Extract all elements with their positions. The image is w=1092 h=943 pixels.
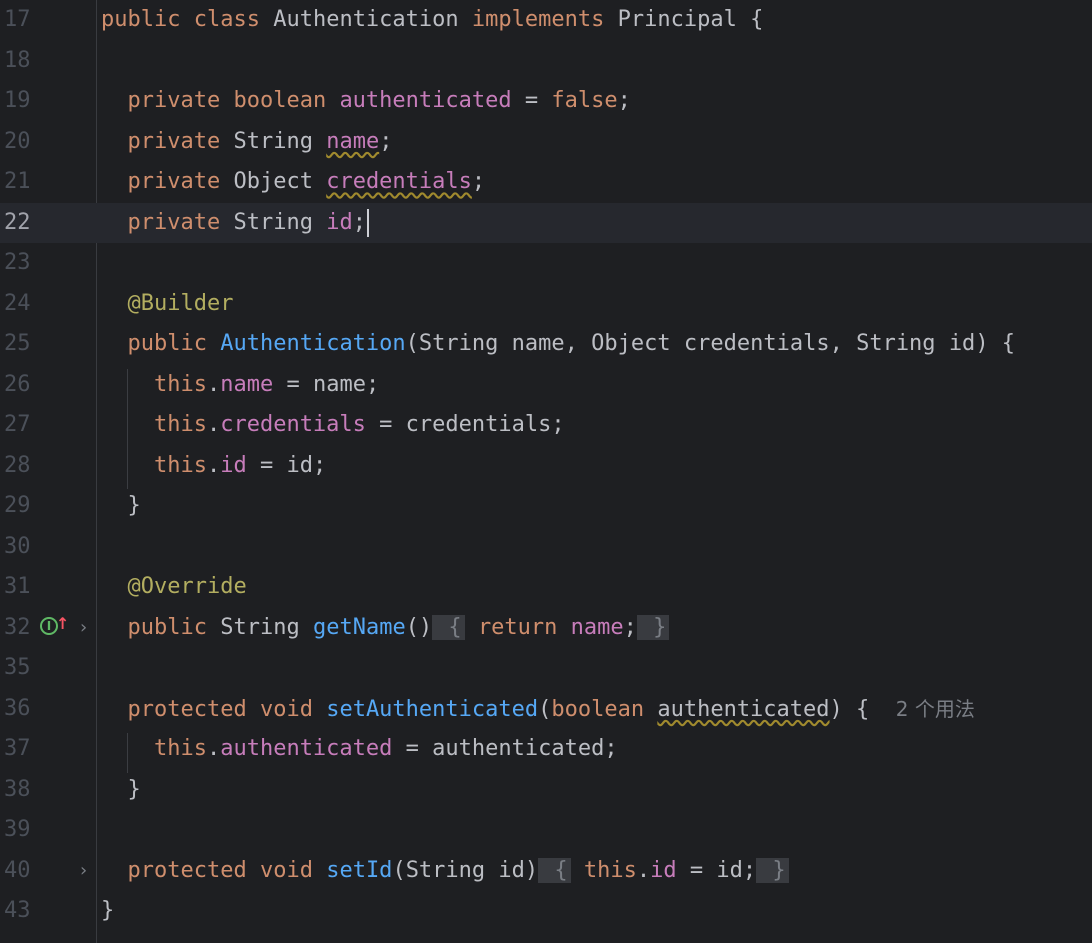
text-caret (366, 208, 369, 237)
code-text: protected void setId(String id) { this.i… (101, 851, 789, 891)
code-text: private String name; (127, 128, 393, 154)
code-text: private Object credentials; (127, 169, 486, 194)
line-number: 21 (4, 169, 31, 194)
line-number: 24 (4, 290, 31, 316)
code-text: } (101, 776, 141, 802)
code-text: public class Authentication implements P… (101, 7, 764, 32)
line-number: 43 (4, 898, 31, 923)
code-text: this.authenticated = authenticated; (153, 736, 618, 761)
code-line[interactable]: 40 › protected void setId(String id) { t… (0, 851, 1092, 891)
folded-region[interactable]: { (538, 857, 571, 883)
line-number: 37 (4, 736, 31, 761)
code-line[interactable]: 28 this.id = id; (0, 446, 1092, 486)
line-number: 26 (4, 371, 31, 397)
code-text: private String id; (101, 203, 369, 243)
line-number: 23 (4, 250, 31, 275)
folded-region[interactable]: } (636, 614, 670, 640)
line-number: 35 (4, 655, 31, 680)
usages-inlay-hint[interactable]: 2 个用法 (896, 697, 975, 721)
folded-region[interactable]: } (756, 857, 789, 883)
code-line[interactable]: 27 this.credentials = credentials; (0, 405, 1092, 445)
line-number: 38 (4, 776, 31, 802)
folded-region[interactable]: { (432, 614, 465, 640)
code-line[interactable]: 30 (0, 527, 1092, 567)
code-line[interactable]: 36 protected void setAuthenticated(boole… (0, 689, 1092, 729)
line-number: 27 (4, 412, 31, 437)
code-line[interactable]: 23 (0, 243, 1092, 283)
line-number: 39 (4, 817, 31, 842)
code-line[interactable]: 18 (0, 41, 1092, 81)
code-line[interactable]: 37 this.authenticated = authenticated; (0, 729, 1092, 769)
code-line[interactable]: 38 } (0, 770, 1092, 810)
code-text: } (101, 493, 141, 518)
code-line[interactable]: 17 public class Authentication implement… (0, 0, 1092, 40)
line-number: 32 (4, 614, 31, 640)
code-text: protected void setAuthenticated(boolean … (127, 696, 975, 722)
up-arrow-icon[interactable]: ↑ (56, 604, 69, 644)
code-line[interactable]: 32 I ↑ › public String getName() { retur… (0, 608, 1092, 648)
code-line[interactable]: 35 (0, 648, 1092, 688)
code-line[interactable]: 24 @Builder (0, 284, 1092, 324)
code-text: this.id = id; (153, 452, 327, 478)
line-number: 31 (4, 574, 31, 599)
line-number: 25 (4, 331, 31, 356)
fold-chevron-icon[interactable]: › (78, 851, 89, 891)
line-number: 36 (4, 695, 31, 721)
code-line-current[interactable]: 22 private String id; (0, 202, 1092, 243)
line-number: 28 (4, 452, 31, 478)
code-line[interactable]: 31 @Override (0, 567, 1092, 607)
line-number: 22 (4, 209, 31, 235)
code-line[interactable]: 39 (0, 810, 1092, 850)
code-line[interactable]: 21 private Object credentials; (0, 162, 1092, 202)
line-number: 20 (4, 128, 31, 154)
code-text: this.name = name; (153, 371, 380, 397)
code-text: private boolean authenticated = false; (127, 88, 631, 113)
code-text: public String getName() { return name; } (101, 608, 670, 648)
line-number: 30 (4, 533, 31, 559)
fold-chevron-icon[interactable]: › (78, 608, 89, 648)
line-number: 18 (4, 47, 31, 73)
code-text: } (101, 898, 115, 923)
line-number: 29 (4, 493, 31, 518)
line-number: 19 (4, 88, 31, 113)
code-line[interactable]: 20 private String name; (0, 122, 1092, 162)
code-line[interactable]: 19 private boolean authenticated = false… (0, 81, 1092, 121)
code-text: @Builder (127, 290, 234, 316)
line-number: 17 (4, 7, 31, 32)
line-number: 40 (4, 857, 31, 883)
code-editor[interactable]: 17 public class Authentication implement… (0, 0, 1092, 943)
code-text: @Override (127, 574, 247, 599)
code-line[interactable]: 25 public Authentication(String name, Ob… (0, 324, 1092, 364)
code-line[interactable]: 26 this.name = name; (0, 365, 1092, 405)
code-line[interactable]: 43 } (0, 891, 1092, 931)
code-text: public Authentication(String name, Objec… (127, 331, 1016, 356)
code-line[interactable]: 29 } (0, 486, 1092, 526)
code-text: this.credentials = credentials; (153, 412, 565, 437)
